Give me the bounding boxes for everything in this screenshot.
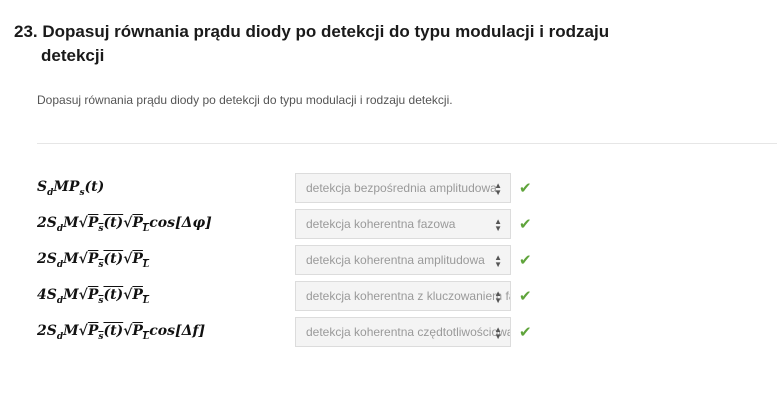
- answer-select-value: detekcja koherentna czędtotliwościowa: [306, 325, 511, 339]
- question-title-line1: Dopasuj równania prądu diody po detekcji…: [42, 22, 610, 41]
- formula-text: 2SdM√Ps(t)√PLcos[Δφ]: [37, 214, 212, 234]
- match-row: SdMPs(t) detekcja bezpośrednia amplitudo…: [37, 170, 767, 206]
- check-icon: ✔: [519, 215, 532, 233]
- select-wrapper: detekcja bezpośrednia amplitudowa ▲ ▼: [295, 173, 511, 203]
- check-icon: ✔: [519, 287, 532, 305]
- select-wrapper: detekcja koherentna z kluczowaniem fazy …: [295, 281, 511, 311]
- formula-text: SdMPs(t): [37, 178, 105, 198]
- answer-select[interactable]: detekcja koherentna z kluczowaniem fazy …: [295, 281, 511, 311]
- match-row: 2SdM√Ps(t)√PLcos[Δφ] detekcja koherentna…: [37, 206, 767, 242]
- match-row: 4SdM√Ps(t)√PL detekcja koherentna z kluc…: [37, 278, 767, 314]
- select-wrapper: detekcja koherentna fazowa ▲ ▼: [295, 209, 511, 239]
- divider: [37, 143, 777, 144]
- answer-select[interactable]: detekcja koherentna amplitudowa ▲ ▼: [295, 245, 511, 275]
- answer-select-value: detekcja koherentna fazowa: [306, 217, 456, 231]
- select-wrapper: detekcja koherentna czędtotliwościowa ▲ ▼: [295, 317, 511, 347]
- up-down-arrows-icon: ▲ ▼: [494, 289, 502, 305]
- answer-select[interactable]: detekcja bezpośrednia amplitudowa ▲ ▼: [295, 173, 511, 203]
- answer-select-value: detekcja koherentna amplitudowa: [306, 253, 485, 267]
- match-row: 2SdM√Ps(t)√PLcos[Δf] detekcja koherentna…: [37, 314, 767, 350]
- question-instruction: Dopasuj równania prądu diody po detekcji…: [37, 93, 453, 107]
- question-number: 23.: [14, 22, 38, 41]
- match-row: 2SdM√Ps(t)√PL detekcja koherentna amplit…: [37, 242, 767, 278]
- formula-text: 2SdM√Ps(t)√PL: [37, 250, 150, 270]
- up-down-arrows-icon: ▲ ▼: [494, 217, 502, 233]
- select-wrapper: detekcja koherentna amplitudowa ▲ ▼: [295, 245, 511, 275]
- check-icon: ✔: [519, 323, 532, 341]
- answer-select-value: detekcja koherentna z kluczowaniem fazy …: [306, 289, 510, 303]
- answer-select[interactable]: detekcja koherentna czędtotliwościowa ▲ ▼: [295, 317, 511, 347]
- up-down-arrows-icon: ▲ ▼: [494, 325, 502, 341]
- check-icon: ✔: [519, 251, 532, 269]
- answer-select-value: detekcja bezpośrednia amplitudowa: [306, 181, 497, 195]
- up-down-arrows-icon: ▲ ▼: [494, 181, 502, 197]
- formula-text: 4SdM√Ps(t)√PL: [37, 286, 150, 306]
- question-title-line2: detekcji: [41, 46, 105, 65]
- formula-text: 2SdM√Ps(t)√PLcos[Δf]: [37, 322, 206, 342]
- up-down-arrows-icon: ▲ ▼: [494, 253, 502, 269]
- match-rows: SdMPs(t) detekcja bezpośrednia amplitudo…: [37, 170, 767, 350]
- question-heading: 23. Dopasuj równania prądu diody po dete…: [14, 20, 764, 68]
- check-icon: ✔: [519, 179, 532, 197]
- answer-select[interactable]: detekcja koherentna fazowa ▲ ▼: [295, 209, 511, 239]
